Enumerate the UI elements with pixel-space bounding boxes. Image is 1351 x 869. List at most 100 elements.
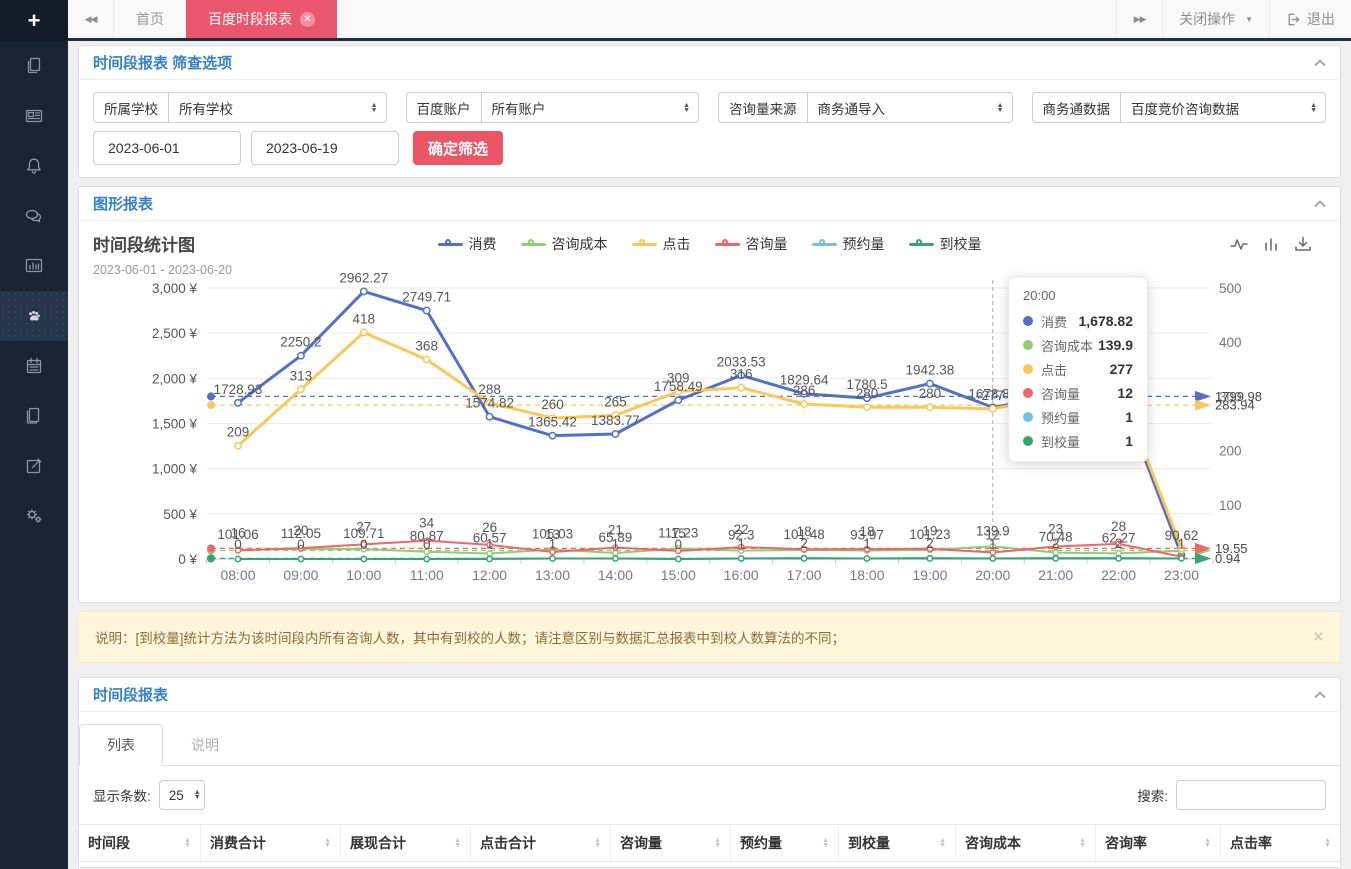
svg-text:209: 209 — [227, 425, 250, 440]
consult-source-label: 咨询量来源 — [718, 92, 807, 123]
chart-legend: 消费 咨询成本 点击 咨询量 预约量 到 — [79, 234, 1340, 254]
svg-text:1: 1 — [612, 536, 620, 551]
svg-text:34: 34 — [419, 516, 435, 531]
sort-icon[interactable]: ▲▼ — [939, 838, 946, 848]
legend-marker — [632, 239, 657, 250]
col-time-period[interactable]: 时间段▲▼ — [79, 825, 201, 861]
collapse-tabs-icon[interactable]: ◀◀ — [68, 0, 114, 38]
svg-text:1: 1 — [863, 536, 871, 551]
col-consume-total[interactable]: 消费合计▲▼ — [201, 825, 341, 861]
tooltip-row: 咨询量 12 — [1023, 381, 1133, 405]
chart-board-icon — [24, 256, 44, 276]
account-select-value: 所有账户 — [492, 98, 546, 118]
confirm-filter-button[interactable]: 确定筛选 — [413, 131, 503, 165]
logout-button[interactable]: 退出 — [1269, 0, 1351, 38]
add-button[interactable]: + — [0, 0, 68, 41]
svg-text:15:00: 15:00 — [661, 567, 696, 583]
chart-tooltip: 20:00 消费 1,678.82 咨询成本 139.9 点击 277 咨询量 … — [1008, 277, 1148, 462]
page-size-select[interactable]: 25 ▲▼ — [159, 780, 205, 810]
collapse-icon[interactable] — [1314, 691, 1326, 699]
account-filter: 百度账户 所有账户 ▲▼ — [406, 92, 700, 123]
sort-icon[interactable]: ▲▼ — [714, 838, 721, 848]
col-impression-total[interactable]: 展现合计▲▼ — [341, 825, 471, 861]
bar-chart-icon[interactable] — [1262, 235, 1280, 253]
col-appointments[interactable]: 预约量▲▼ — [731, 825, 839, 861]
sidebar-item-calendar[interactable] — [0, 341, 68, 391]
legend-marker — [909, 239, 934, 250]
col-click-total[interactable]: 点击合计▲▼ — [471, 825, 611, 861]
sidebar-item-news[interactable] — [0, 91, 68, 141]
svg-text:1: 1 — [549, 536, 557, 551]
gears-icon — [24, 506, 44, 526]
start-date-input[interactable]: 2023-06-01 — [93, 131, 241, 165]
legend-item-consult-cost[interactable]: 咨询成本 — [521, 234, 608, 254]
sort-icon[interactable]: ▲▼ — [454, 838, 461, 848]
sort-icon[interactable]: ▲▼ — [822, 838, 829, 848]
legend-item-consume[interactable]: 消费 — [438, 234, 497, 254]
sort-icon[interactable]: ▲▼ — [184, 838, 191, 848]
sidebar-item-edit[interactable] — [0, 441, 68, 491]
sidebar-item-messages[interactable] — [0, 191, 68, 241]
sidebar-item-statistics[interactable] — [0, 241, 68, 291]
sort-icon[interactable]: ▲▼ — [1324, 838, 1331, 848]
col-consult-rate[interactable]: 咨询率▲▼ — [1096, 825, 1221, 861]
consult-source-value: 商务通导入 — [818, 98, 886, 118]
sort-icon[interactable]: ▲▼ — [594, 838, 601, 848]
download-icon[interactable] — [1294, 235, 1312, 253]
series-dot — [1023, 412, 1033, 422]
svg-text:1365.42: 1365.42 — [528, 415, 577, 430]
close-icon[interactable]: × — [1313, 628, 1324, 647]
svg-text:500: 500 — [1219, 281, 1242, 296]
svg-text:2: 2 — [1052, 536, 1060, 551]
table-tabs: 列表 说明 — [79, 712, 1340, 766]
sidebar-item-reports-active[interactable] — [0, 291, 68, 341]
time-period-chart[interactable]: 3,000 ¥2,500 ¥2,000 ¥1,500 ¥1,000 ¥500 ¥… — [79, 272, 1340, 602]
svg-text:26: 26 — [482, 520, 497, 535]
chart-panel: 图形报表 时间段统计图 2023-06-01 - 2023-06-20 消费 咨… — [78, 186, 1341, 603]
search-input[interactable] — [1176, 780, 1326, 810]
sort-icon[interactable]: ▲▼ — [1204, 838, 1211, 848]
svg-text:0: 0 — [234, 537, 242, 552]
sidebar-item-files[interactable] — [0, 391, 68, 441]
tab-home-label: 首页 — [136, 9, 164, 29]
svg-text:0: 0 — [360, 537, 368, 552]
sort-icon[interactable]: ▲▼ — [1079, 838, 1086, 848]
svg-text:100: 100 — [1219, 498, 1242, 513]
legend-item-appointments[interactable]: 预约量 — [812, 234, 885, 254]
sidebar-item-settings[interactable] — [0, 491, 68, 541]
chat-icon — [24, 206, 44, 226]
line-chart-icon[interactable] — [1230, 235, 1248, 253]
legend-item-clicks[interactable]: 点击 — [632, 234, 691, 254]
col-consults[interactable]: 咨询量▲▼ — [611, 825, 731, 861]
close-operations-dropdown[interactable]: 关闭操作 ▼ — [1162, 0, 1269, 38]
tab-list[interactable]: 列表 — [79, 724, 163, 766]
col-visits[interactable]: 到校量▲▼ — [839, 825, 956, 861]
sidebar-item-documents[interactable] — [0, 41, 68, 91]
collapse-icon[interactable] — [1314, 200, 1326, 208]
chart-panel-title: 图形报表 — [93, 193, 153, 214]
legend-item-visits[interactable]: 到校量 — [909, 234, 982, 254]
svg-text:22: 22 — [734, 522, 749, 537]
tab-description[interactable]: 说明 — [163, 724, 247, 766]
series-dot — [1023, 364, 1033, 374]
expand-tabs-icon[interactable]: ▶▶ — [1116, 0, 1162, 38]
collapse-icon[interactable] — [1314, 59, 1326, 67]
school-select[interactable]: 所有学校 ▲▼ — [168, 92, 387, 123]
svg-text:3,000 ¥: 3,000 ¥ — [152, 281, 198, 296]
col-click-rate[interactable]: 点击率▲▼ — [1221, 825, 1340, 861]
legend-item-consults[interactable]: 咨询量 — [715, 234, 788, 254]
tab-close-icon[interactable]: ✕ — [300, 12, 315, 27]
col-consult-cost[interactable]: 咨询成本▲▼ — [956, 825, 1096, 861]
topbar: ◀◀ 首页 百度时段报表 ✕ ▶▶ 关闭操作 ▼ 退出 — [68, 0, 1351, 41]
sidebar-item-notifications[interactable] — [0, 141, 68, 191]
sort-icon[interactable]: ▲▼ — [324, 838, 331, 848]
consult-source-select[interactable]: 商务通导入 ▲▼ — [807, 92, 1013, 123]
tab-home[interactable]: 首页 — [114, 0, 186, 38]
svg-text:2: 2 — [926, 536, 934, 551]
tab-baidu-report-active[interactable]: 百度时段报表 ✕ — [186, 0, 337, 38]
series-dot — [1023, 436, 1033, 446]
swt-data-select[interactable]: 百度竞价咨询数据 ▲▼ — [1120, 92, 1326, 123]
account-select[interactable]: 所有账户 ▲▼ — [481, 92, 700, 123]
end-date-input[interactable]: 2023-06-19 — [251, 131, 399, 165]
note-text: 说明：[到校量]统计方法为该时间段内所有咨询人数，其中有到校的人数；请注意区别与… — [95, 627, 845, 647]
